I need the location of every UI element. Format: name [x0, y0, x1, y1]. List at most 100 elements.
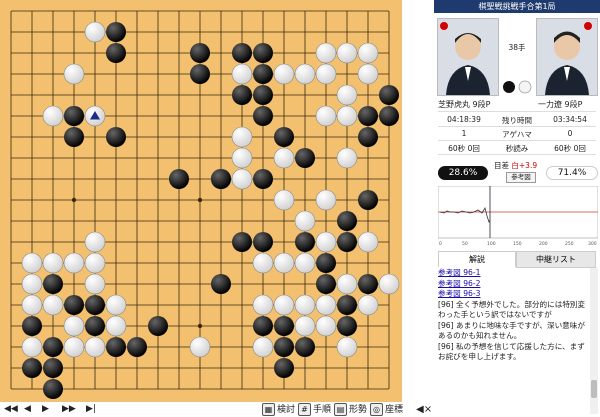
speaker-icon[interactable]: ◀× — [416, 403, 432, 416]
white-stone — [63, 252, 85, 274]
white-stone — [315, 315, 337, 337]
white-stone — [273, 63, 295, 85]
black-stone — [232, 85, 252, 105]
coords-icon: ◎ — [370, 403, 383, 416]
white-stone — [273, 252, 295, 274]
left-byoyomi: 60秒 0回 — [448, 144, 480, 153]
reference-link[interactable]: 参考図 96-3 — [438, 289, 588, 300]
white-stone — [315, 231, 337, 253]
white-stone — [84, 252, 106, 274]
white-stone — [63, 315, 85, 337]
white-stone — [189, 336, 211, 358]
black-stone — [169, 169, 189, 189]
last-move-button[interactable]: ▶| — [86, 403, 96, 416]
black-stone — [337, 232, 357, 252]
white-stone — [231, 147, 253, 169]
black-stone — [274, 127, 294, 147]
black-stone — [22, 316, 42, 336]
black-stone — [64, 295, 84, 315]
turn-indicator — [503, 80, 532, 94]
side-panel: 棋聖戦挑戦手合第1局 38手 芝野虎丸 9段P 一力遼 9段P 04:18:39… — [434, 0, 600, 417]
white-stone — [84, 273, 106, 295]
white-stone — [105, 294, 127, 316]
reference-button[interactable]: 参考図 — [506, 172, 536, 183]
score-diff: 目差 白+3.9 — [494, 161, 538, 170]
white-stone — [378, 273, 400, 295]
star-point — [197, 197, 203, 203]
left-player-photo — [437, 18, 499, 96]
white-stone — [336, 42, 358, 64]
white-stone — [315, 63, 337, 85]
tab-commentary[interactable]: 解説 — [438, 251, 516, 267]
white-stone — [21, 252, 43, 274]
coords-button[interactable]: ◎ 座標 — [370, 403, 403, 416]
time-label: 残り時間 — [502, 116, 532, 125]
match-title: 棋聖戦挑戦手合第1局 — [434, 0, 600, 13]
black-stone — [316, 253, 336, 273]
graph-tick: 100 — [487, 241, 496, 246]
black-stone — [253, 232, 273, 252]
black-stone — [295, 337, 315, 357]
white-stone — [294, 252, 316, 274]
left-time: 04:18:39 — [447, 115, 481, 124]
white-stone — [231, 126, 253, 148]
black-stone — [295, 232, 315, 252]
black-stone — [358, 127, 378, 147]
order-button[interactable]: # 手順 — [298, 403, 331, 416]
white-stone — [105, 315, 127, 337]
board-canvas[interactable] — [0, 0, 402, 402]
white-stone — [21, 336, 43, 358]
commentary-panel: 参考図 96-1 参考図 96-2 参考図 96-3 [96] 全く予想外でした… — [438, 268, 588, 414]
right-byoyomi: 60秒 0回 — [554, 144, 586, 153]
left-agehama: 1 — [461, 129, 467, 138]
white-stone — [336, 147, 358, 169]
right-agehama: 0 — [567, 129, 573, 138]
white-stone — [315, 189, 337, 211]
next-move-button[interactable]: ▶ — [42, 403, 49, 416]
white-stone — [273, 189, 295, 211]
reference-link[interactable]: 参考図 96-2 — [438, 279, 588, 290]
white-stone — [84, 231, 106, 253]
white-stone — [294, 294, 316, 316]
tab-broadcast-list[interactable]: 中継リスト — [516, 251, 596, 268]
winrate-graph: 0 50 100 150 200 250 300 — [438, 186, 598, 246]
black-stone — [232, 232, 252, 252]
prev-move-button[interactable]: ◀ — [24, 403, 31, 416]
byoyomi-label: 秒読み — [505, 144, 529, 153]
black-winrate: 28.6% — [438, 166, 488, 180]
order-icon: # — [298, 403, 311, 416]
black-stone — [106, 337, 126, 357]
comment-text: [96] あまりに地味な手ですが、深い意味があるのかも知れません。 — [438, 320, 585, 341]
white-stone — [231, 63, 253, 85]
white-stone — [42, 105, 64, 127]
black-stone — [253, 106, 273, 126]
black-stone — [337, 211, 357, 231]
left-player-name: 芝野虎丸 9段P — [438, 100, 491, 109]
black-stone — [253, 169, 273, 189]
white-stone — [357, 63, 379, 85]
go-board[interactable] — [0, 0, 402, 402]
black-stone — [106, 22, 126, 42]
black-stone — [190, 43, 210, 63]
first-move-button[interactable]: ◀◀ — [4, 403, 18, 416]
comment-text: [96] 私の予想を信じて応援した方に、まずお詫びを申し上げます。 — [438, 341, 585, 362]
review-button[interactable]: ▦ 検討 — [262, 403, 295, 416]
white-stone — [357, 42, 379, 64]
scrollbar-thumb[interactable] — [591, 380, 597, 398]
comment-scrollbar[interactable] — [590, 268, 598, 414]
shape-button[interactable]: ▤ 形勢 — [334, 403, 367, 416]
black-stone — [358, 106, 378, 126]
white-stone — [84, 336, 106, 358]
fast-forward-button[interactable]: ▶▶ — [62, 403, 76, 416]
white-stone — [336, 105, 358, 127]
black-stone — [211, 274, 231, 294]
black-stone — [358, 274, 378, 294]
review-icon: ▦ — [262, 403, 275, 416]
black-stone — [253, 316, 273, 336]
white-stone — [42, 294, 64, 316]
white-stone — [336, 84, 358, 106]
black-stone — [337, 295, 357, 315]
black-stone — [85, 295, 105, 315]
black-stone — [64, 106, 84, 126]
reference-link[interactable]: 参考図 96-1 — [438, 268, 588, 279]
